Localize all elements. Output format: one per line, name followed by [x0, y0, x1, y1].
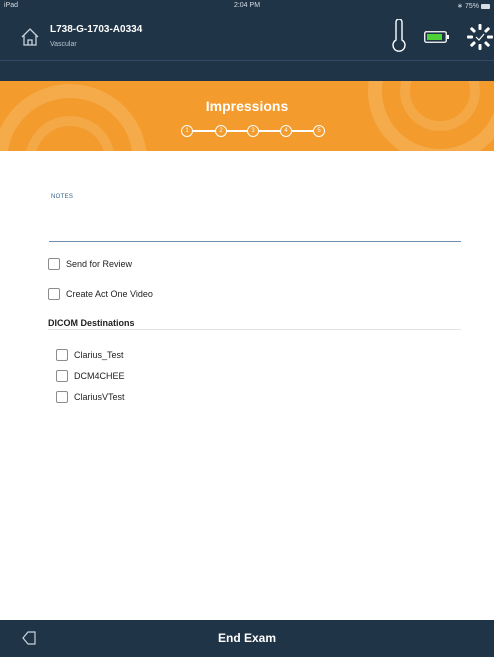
bluetooth-icon: ∗ — [457, 3, 463, 10]
notes-field[interactable] — [49, 210, 461, 242]
step-4[interactable]: 4 — [280, 125, 292, 137]
step-3[interactable]: 3 — [247, 125, 259, 137]
send-for-review-label: Send for Review — [66, 259, 133, 269]
end-exam-button[interactable]: End Exam — [0, 631, 494, 645]
divider — [48, 329, 461, 330]
footer-bar: End Exam — [0, 620, 494, 657]
battery-icon — [424, 31, 449, 43]
dicom-destination-label: ClariusVTest — [74, 392, 125, 402]
exam-type: Vascular — [50, 41, 77, 48]
checkbox-box[interactable] — [48, 258, 60, 270]
spinner-icon — [467, 24, 493, 50]
header-spacer — [0, 61, 494, 81]
step-1[interactable]: 1 — [181, 125, 193, 137]
dicom-destinations-heading: DICOM Destinations — [48, 318, 135, 328]
status-bar: iPad 2:04 PM ∗ 75% — [0, 0, 494, 13]
step-connector — [193, 130, 215, 132]
notes-label: NOTES — [51, 194, 74, 200]
battery-percent: 75% — [464, 2, 479, 10]
dicom-destination-item[interactable]: Clarius_Test — [56, 349, 124, 361]
step-connector — [292, 130, 313, 132]
exam-header: L738-G-1703-A0334 Vascular — [0, 13, 494, 61]
checkbox-box[interactable] — [48, 288, 60, 300]
home-icon[interactable] — [20, 27, 40, 47]
checkbox-box[interactable] — [56, 370, 68, 382]
dicom-destination-item[interactable]: ClariusVTest — [56, 391, 125, 403]
section-banner: Impressions 1 2 3 4 5 — [0, 81, 494, 151]
dicom-destination-label: Clarius_Test — [74, 350, 124, 360]
checkbox-box[interactable] — [56, 349, 68, 361]
progress-stepper: 1 2 3 4 5 — [181, 125, 325, 139]
step-5[interactable]: 5 — [313, 125, 325, 137]
step-connector — [259, 130, 280, 132]
banner-pattern — [0, 81, 494, 151]
page-title: Impressions — [205, 98, 289, 114]
step-connector — [227, 130, 247, 132]
step-2[interactable]: 2 — [215, 125, 227, 137]
send-for-review-checkbox[interactable]: Send for Review — [48, 258, 132, 270]
status-battery: ∗ 75% — [457, 2, 490, 10]
dicom-destination-label: DCM4CHEE — [74, 371, 125, 381]
status-battery-icon — [481, 3, 490, 9]
create-act-one-video-checkbox[interactable]: Create Act One Video — [48, 288, 153, 300]
thermometer-icon — [392, 19, 406, 52]
clock: 2:04 PM — [233, 2, 261, 9]
checkbox-box[interactable] — [56, 391, 68, 403]
exam-id: L738-G-1703-A0334 — [50, 24, 143, 35]
create-act-one-video-label: Create Act One Video — [66, 289, 153, 299]
dicom-destination-item[interactable]: DCM4CHEE — [56, 370, 125, 382]
